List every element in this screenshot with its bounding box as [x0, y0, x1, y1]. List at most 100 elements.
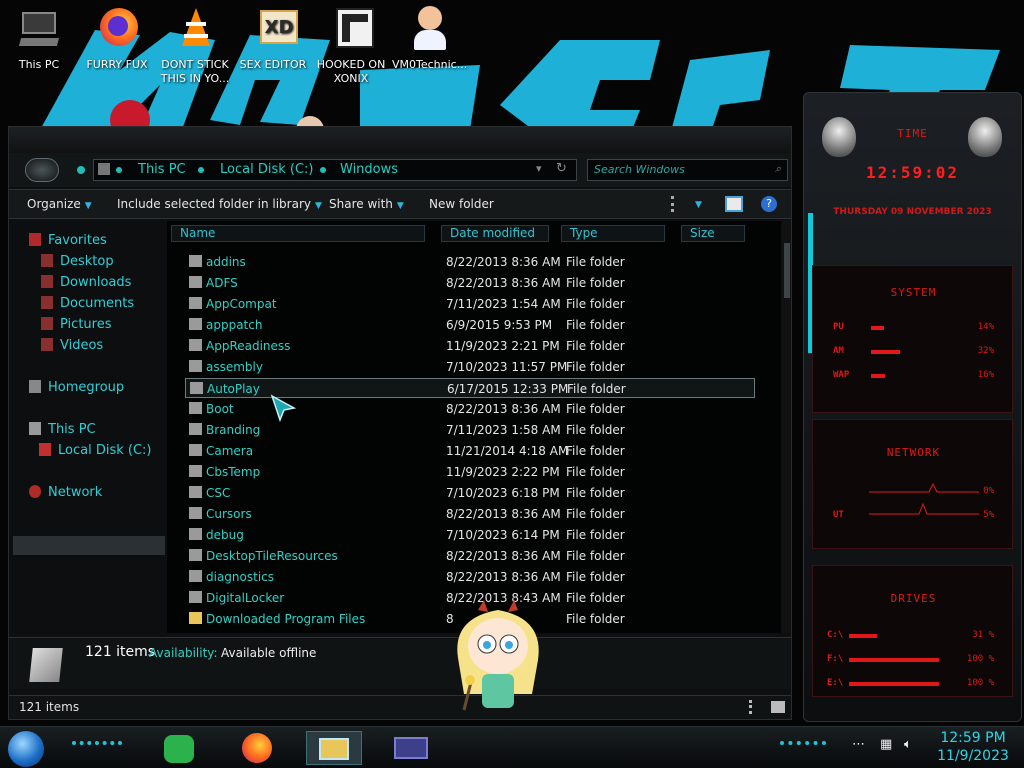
firefox-icon — [94, 6, 140, 54]
file-date: 8/22/2013 8:36 AM — [446, 549, 561, 563]
taskbar-app-button[interactable] — [384, 731, 440, 765]
system-widget: SYSTEM PU 14% AM 32% WAP 16% — [812, 265, 1013, 413]
nav-network[interactable]: Network — [29, 485, 102, 503]
file-row[interactable]: debug 7/10/2023 6:14 PM File folder — [185, 525, 755, 545]
nav-label: Videos — [60, 338, 104, 353]
file-name: assembly — [206, 360, 263, 374]
nav-homegroup[interactable]: Homegroup — [29, 380, 124, 398]
new-folder-button[interactable]: New folder — [429, 197, 494, 211]
file-name: Boot — [206, 402, 234, 416]
desktop-icon-vlc[interactable]: DONT STICK THIS IN YO... — [158, 6, 232, 86]
search-icon[interactable]: ⌕ — [775, 162, 781, 176]
file-row[interactable]: Camera 11/21/2014 4:18 AM File folder — [185, 441, 755, 461]
network-widget: NETWORK 0% UT 5% — [812, 419, 1013, 549]
dropdown-arrow-icon[interactable]: ▾ — [536, 162, 542, 175]
file-row[interactable]: diagnostics 8/22/2013 8:36 AM File folder — [185, 567, 755, 587]
file-row[interactable]: assembly 7/10/2023 11:57 PM File folder — [185, 357, 755, 377]
clock-time: 12:59 PM — [940, 730, 1006, 746]
file-row[interactable]: CbsTemp 11/9/2023 2:22 PM File folder — [185, 462, 755, 482]
nav-desktop[interactable]: Desktop — [41, 254, 114, 272]
file-date: 7/10/2023 6:14 PM — [446, 528, 560, 542]
breadcrumb-separator — [116, 167, 122, 173]
nav-label: This PC — [48, 422, 96, 437]
address-bar[interactable]: This PC Local Disk (C:) Windows ▾ ↻ — [93, 159, 577, 181]
file-type: File folder — [566, 360, 625, 374]
file-row[interactable]: Cursors 8/22/2013 8:36 AM File folder — [185, 504, 755, 524]
file-row[interactable]: addins 8/22/2013 8:36 AM File folder — [185, 252, 755, 272]
file-row[interactable]: AppReadiness 11/9/2023 2:21 PM File folder — [185, 336, 755, 356]
desktop-icon-vm0[interactable]: VM0Technic... — [392, 6, 468, 72]
vertical-scrollbar[interactable] — [783, 221, 791, 633]
search-input[interactable]: Search Windows ⌕ — [587, 159, 788, 181]
taskbar-clock[interactable]: 12:59 PM 11/9/2023 — [928, 729, 1018, 765]
file-type: File folder — [566, 486, 625, 500]
preview-pane-icon[interactable] — [725, 196, 743, 212]
start-button[interactable] — [8, 731, 44, 767]
window-titlebar[interactable] — [9, 127, 791, 153]
share-with-button[interactable]: Share with ▼ — [329, 197, 404, 211]
folder-icon — [189, 612, 202, 624]
folder-icon — [189, 549, 202, 561]
desktop-icon-adobe-xd[interactable]: XD SEX EDITOR — [236, 6, 310, 72]
volume-icon[interactable]: 🔈︎ — [904, 737, 912, 752]
file-date: 8/22/2013 8:36 AM — [446, 255, 561, 269]
desktop-icon-label: VM0Technic... — [392, 58, 468, 71]
file-type: File folder — [566, 507, 625, 521]
nav-favorites[interactable]: Favorites — [29, 233, 107, 251]
taskbar-feedly-button[interactable] — [152, 731, 208, 765]
column-header-name[interactable]: Name — [171, 225, 425, 242]
swap-value: 16% — [977, 370, 994, 380]
file-row[interactable]: apppatch 6/9/2015 9:53 PM File folder — [185, 315, 755, 335]
drive-f-label: F:\ — [827, 654, 844, 664]
file-row[interactable]: AppCompat 7/11/2023 1:54 AM File folder — [185, 294, 755, 314]
view-dropdown-icon[interactable]: ▼ — [695, 200, 702, 210]
taskbar-firefox-button[interactable] — [230, 731, 286, 765]
nav-this-pc[interactable]: This PC — [29, 422, 96, 440]
desktop-icon-xonix[interactable]: HOOKED ON XONIX — [314, 6, 388, 86]
drive-c-value: 31 % — [972, 630, 994, 640]
folder-icon — [189, 297, 202, 309]
file-name: addins — [206, 255, 246, 269]
refresh-icon[interactable]: ↻ — [556, 161, 567, 176]
nav-documents[interactable]: Documents — [41, 296, 134, 314]
picture-icon — [41, 317, 53, 330]
desktop-icon-firefox[interactable]: FURRY FUX — [80, 6, 154, 72]
mouse-cursor — [270, 394, 296, 422]
nav-downloads[interactable]: Downloads — [41, 275, 131, 293]
back-forward-icon[interactable] — [25, 158, 59, 182]
file-type: File folder — [566, 339, 625, 353]
include-in-library-button[interactable]: Include selected folder in library ▼ — [117, 197, 322, 211]
network-tray-icon[interactable]: ▦ — [880, 737, 892, 752]
breadcrumb-local-disk[interactable]: Local Disk (C:) — [220, 162, 313, 177]
nav-videos[interactable]: Videos — [41, 338, 103, 356]
view-options-icon[interactable] — [671, 196, 689, 212]
thumbnail-view-icon[interactable] — [771, 701, 785, 713]
file-row[interactable]: DesktopTileResources 8/22/2013 8:36 AM Fil… — [185, 546, 755, 566]
file-row[interactable]: CSC 7/10/2023 6:18 PM File folder — [185, 483, 755, 503]
organize-button[interactable]: Organize ▼ — [27, 197, 92, 211]
details-view-icon[interactable] — [749, 700, 763, 714]
file-name: AutoPlay — [207, 382, 260, 396]
column-header-size[interactable]: Size — [681, 225, 745, 242]
desktop-icon-this-pc[interactable]: This PC — [2, 6, 76, 72]
nav-local-disk[interactable]: Local Disk (C:) — [39, 443, 151, 461]
nav-label: Favorites — [48, 233, 107, 248]
taskbar-explorer-button[interactable] — [306, 731, 362, 765]
column-header-date[interactable]: Date modified — [441, 225, 549, 242]
file-name: DesktopTileResources — [206, 549, 338, 563]
show-hidden-icons[interactable]: ⋯ — [852, 737, 865, 752]
column-header-type[interactable]: Type — [561, 225, 665, 242]
file-row[interactable]: Branding 7/11/2023 1:58 AM File folder — [185, 420, 755, 440]
file-date: 7/10/2023 6:18 PM — [446, 486, 560, 500]
help-icon[interactable]: ? — [761, 196, 777, 212]
window-icon — [394, 737, 428, 759]
file-row[interactable]: ADFS 8/22/2013 8:36 AM File folder — [185, 273, 755, 293]
file-explorer-window[interactable]: This PC Local Disk (C:) Windows ▾ ↻ Sear… — [8, 126, 792, 720]
breadcrumb-this-pc[interactable]: This PC — [138, 162, 186, 177]
video-icon — [41, 338, 53, 351]
scrollbar-thumb[interactable] — [784, 243, 790, 298]
nav-pictures[interactable]: Pictures — [41, 317, 111, 335]
ram-label: AM — [833, 346, 844, 356]
breadcrumb-windows[interactable]: Windows — [340, 162, 398, 177]
file-type: File folder — [566, 423, 625, 437]
